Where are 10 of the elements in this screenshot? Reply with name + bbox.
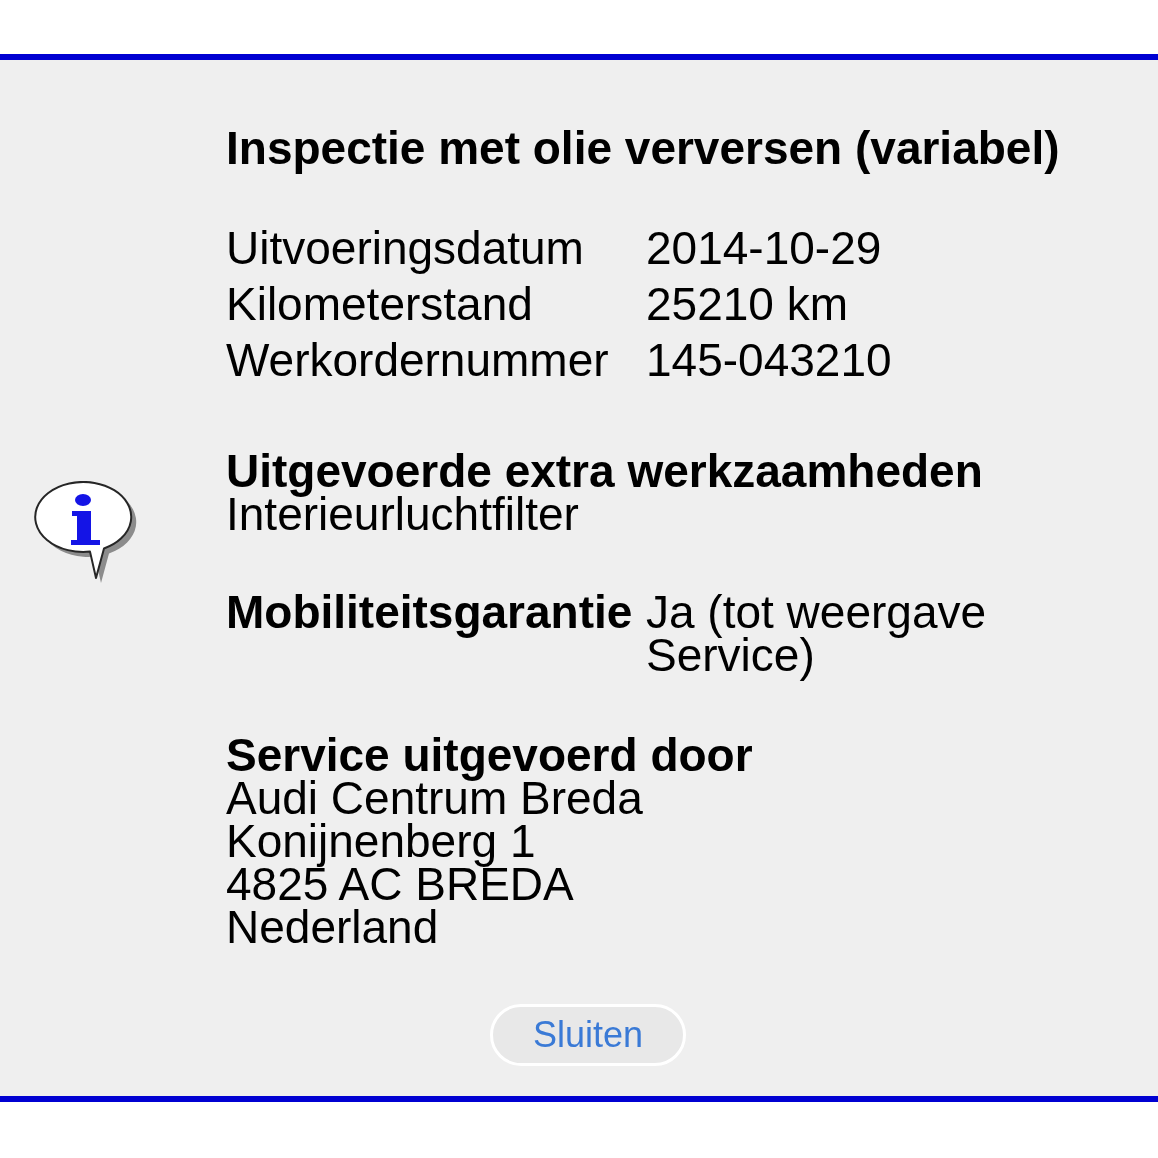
field-value: 145-043210 [646, 333, 893, 388]
field-label: Mobiliteitsgarantie [226, 591, 634, 640]
field-value: 2014-10-29 [646, 221, 883, 276]
field-value: 25210 km [646, 277, 849, 332]
field-label: Kilometerstand [226, 277, 534, 332]
close-button[interactable]: Sluiten [490, 1004, 686, 1066]
dialog-title: Inspectie met olie verversen (variabel) [226, 121, 1061, 176]
address-line: Nederland [226, 906, 440, 949]
field-label: Werkordernummer [226, 333, 610, 388]
field-label: Uitvoeringsdatum [226, 221, 585, 276]
